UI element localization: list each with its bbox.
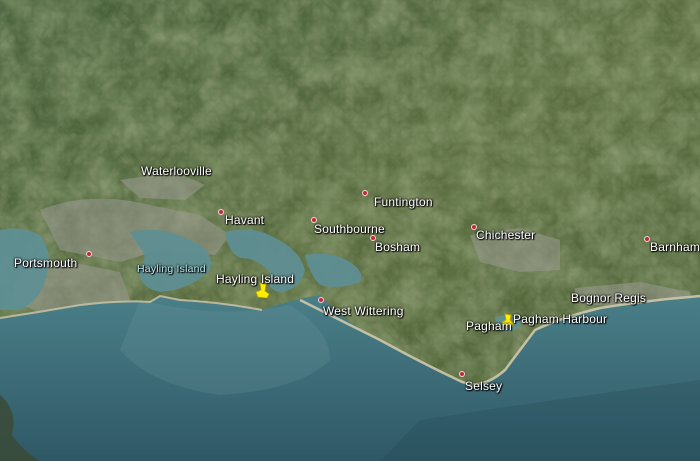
location-dot-icon[interactable] <box>362 190 368 196</box>
place-label-barnham: Barnham <box>650 240 700 254</box>
place-label-funtington: Funtington <box>374 195 433 209</box>
place-label-bognor-regis: Bognor Regis <box>571 291 647 305</box>
location-dot-icon[interactable] <box>318 297 324 303</box>
place-label-havant: Havant <box>225 213 265 227</box>
place-label-waterlooville: Waterlooville <box>141 164 212 178</box>
place-label-hayling-island: Hayling Island <box>216 272 295 286</box>
place-label-pagham: Pagham <box>466 319 512 333</box>
place-label-pagham-harbour: Pagham Harbour <box>513 312 608 326</box>
place-label-selsey: Selsey <box>465 379 503 393</box>
water-label-hayling-island: Hayling Island <box>137 263 206 275</box>
place-label-west-wittering: West Wittering <box>323 304 404 318</box>
location-dot-icon[interactable] <box>86 251 92 257</box>
location-dot-icon[interactable] <box>218 209 224 215</box>
place-label-bosham: Bosham <box>375 240 421 254</box>
location-dot-icon[interactable] <box>459 371 465 377</box>
place-label-southbourne: Southbourne <box>314 222 385 236</box>
place-label-chichester: Chichester <box>476 228 536 242</box>
satellite-map[interactable]: Waterlooville Havant Funtington Southbou… <box>0 0 700 461</box>
place-label-portsmouth: Portsmouth <box>14 256 78 270</box>
